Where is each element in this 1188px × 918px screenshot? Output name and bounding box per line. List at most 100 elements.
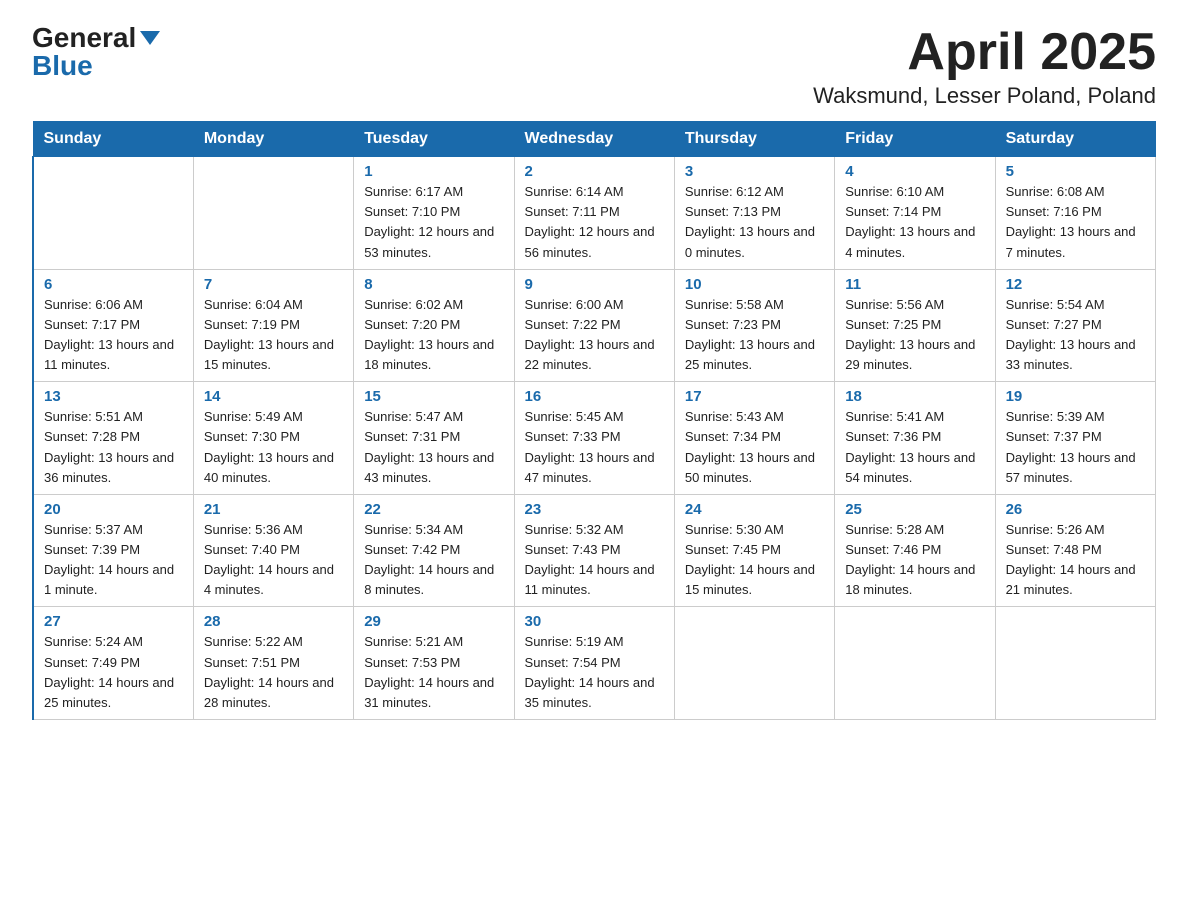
day-number: 17 xyxy=(685,388,824,405)
header-monday: Monday xyxy=(193,122,353,157)
day-number: 13 xyxy=(44,388,183,405)
day-number: 26 xyxy=(1006,501,1145,518)
day-cell: 16 Sunrise: 5:45 AMSunset: 7:33 PMDayligh… xyxy=(514,382,674,495)
day-info: Sunrise: 6:14 AMSunset: 7:11 PMDaylight:… xyxy=(525,182,664,263)
logo: General Blue xyxy=(32,24,160,80)
day-info: Sunrise: 5:28 AMSunset: 7:46 PMDaylight:… xyxy=(845,520,984,601)
day-number: 7 xyxy=(204,276,343,293)
day-cell: 8Sunrise: 6:02 AMSunset: 7:20 PMDaylight… xyxy=(354,269,514,382)
day-cell: 5 Sunrise: 6:08 AMSunset: 7:16 PMDaylight… xyxy=(995,157,1155,270)
calendar-subtitle: Waksmund, Lesser Poland, Poland xyxy=(813,83,1156,109)
header-wednesday: Wednesday xyxy=(514,122,674,157)
day-info: Sunrise: 5:39 AMSunset: 7:37 PMDaylight:… xyxy=(1006,407,1145,488)
day-cell xyxy=(674,607,834,720)
day-info: Sunrise: 5:51 AMSunset: 7:28 PMDaylight:… xyxy=(44,407,183,488)
day-cell xyxy=(193,157,353,270)
day-cell: 12Sunrise: 5:54 AMSunset: 7:27 PMDayligh… xyxy=(995,269,1155,382)
day-number: 5 xyxy=(1006,163,1145,180)
day-info: Sunrise: 6:02 AMSunset: 7:20 PMDaylight:… xyxy=(364,295,503,376)
day-cell xyxy=(33,157,193,270)
header-tuesday: Tuesday xyxy=(354,122,514,157)
day-info: Sunrise: 5:41 AMSunset: 7:36 PMDaylight:… xyxy=(845,407,984,488)
day-number: 11 xyxy=(845,276,984,293)
day-number: 16 xyxy=(525,388,664,405)
header-saturday: Saturday xyxy=(995,122,1155,157)
day-number: 30 xyxy=(525,613,664,630)
day-number: 6 xyxy=(44,276,183,293)
week-row-2: 6Sunrise: 6:06 AMSunset: 7:17 PMDaylight… xyxy=(33,269,1156,382)
day-cell: 20 Sunrise: 5:37 AMSunset: 7:39 PMDayligh… xyxy=(33,494,193,607)
day-cell xyxy=(995,607,1155,720)
logo-general: General xyxy=(32,24,160,52)
logo-general-text: General xyxy=(32,24,136,52)
day-info: Sunrise: 5:34 AMSunset: 7:42 PMDaylight:… xyxy=(364,520,503,601)
logo-arrow-icon xyxy=(140,31,160,45)
day-info: Sunrise: 5:19 AMSunset: 7:54 PMDaylight:… xyxy=(525,632,664,713)
day-cell: 4 Sunrise: 6:10 AMSunset: 7:14 PMDaylight… xyxy=(835,157,995,270)
day-number: 4 xyxy=(845,163,984,180)
week-row-1: 1Sunrise: 6:17 AMSunset: 7:10 PMDaylight… xyxy=(33,157,1156,270)
day-number: 29 xyxy=(364,613,503,630)
day-cell: 22Sunrise: 5:34 AMSunset: 7:42 PMDayligh… xyxy=(354,494,514,607)
day-cell: 29Sunrise: 5:21 AMSunset: 7:53 PMDayligh… xyxy=(354,607,514,720)
day-number: 14 xyxy=(204,388,343,405)
day-number: 24 xyxy=(685,501,824,518)
day-info: Sunrise: 6:10 AMSunset: 7:14 PMDaylight:… xyxy=(845,182,984,263)
day-cell: 19 Sunrise: 5:39 AMSunset: 7:37 PMDayligh… xyxy=(995,382,1155,495)
day-info: Sunrise: 5:47 AMSunset: 7:31 PMDaylight:… xyxy=(364,407,503,488)
day-cell: 2 Sunrise: 6:14 AMSunset: 7:11 PMDaylight… xyxy=(514,157,674,270)
day-number: 23 xyxy=(525,501,664,518)
day-cell: 24 Sunrise: 5:30 AMSunset: 7:45 PMDayligh… xyxy=(674,494,834,607)
day-cell: 6Sunrise: 6:06 AMSunset: 7:17 PMDaylight… xyxy=(33,269,193,382)
day-info: Sunrise: 5:45 AMSunset: 7:33 PMDaylight:… xyxy=(525,407,664,488)
day-cell: 17 Sunrise: 5:43 AMSunset: 7:34 PMDayligh… xyxy=(674,382,834,495)
header-thursday: Thursday xyxy=(674,122,834,157)
day-number: 15 xyxy=(364,388,503,405)
day-cell: 7 Sunrise: 6:04 AMSunset: 7:19 PMDaylight… xyxy=(193,269,353,382)
day-number: 10 xyxy=(685,276,824,293)
day-info: Sunrise: 5:43 AMSunset: 7:34 PMDaylight:… xyxy=(685,407,824,488)
day-number: 19 xyxy=(1006,388,1145,405)
day-number: 3 xyxy=(685,163,824,180)
day-cell: 11 Sunrise: 5:56 AMSunset: 7:25 PMDayligh… xyxy=(835,269,995,382)
day-info: Sunrise: 5:56 AMSunset: 7:25 PMDaylight:… xyxy=(845,295,984,376)
day-number: 9 xyxy=(525,276,664,293)
day-number: 20 xyxy=(44,501,183,518)
day-info: Sunrise: 6:00 AMSunset: 7:22 PMDaylight:… xyxy=(525,295,664,376)
day-cell: 10 Sunrise: 5:58 AMSunset: 7:23 PMDayligh… xyxy=(674,269,834,382)
day-number: 2 xyxy=(525,163,664,180)
day-info: Sunrise: 5:58 AMSunset: 7:23 PMDaylight:… xyxy=(685,295,824,376)
page-header: General Blue April 2025 Waksmund, Lesser… xyxy=(32,24,1156,109)
day-number: 18 xyxy=(845,388,984,405)
calendar-title: April 2025 xyxy=(813,24,1156,81)
calendar-header-row: SundayMondayTuesdayWednesdayThursdayFrid… xyxy=(33,122,1156,157)
day-info: Sunrise: 5:26 AMSunset: 7:48 PMDaylight:… xyxy=(1006,520,1145,601)
day-info: Sunrise: 5:36 AMSunset: 7:40 PMDaylight:… xyxy=(204,520,343,601)
day-cell: 21 Sunrise: 5:36 AMSunset: 7:40 PMDayligh… xyxy=(193,494,353,607)
day-info: Sunrise: 6:12 AMSunset: 7:13 PMDaylight:… xyxy=(685,182,824,263)
day-info: Sunrise: 5:30 AMSunset: 7:45 PMDaylight:… xyxy=(685,520,824,601)
day-info: Sunrise: 5:37 AMSunset: 7:39 PMDaylight:… xyxy=(44,520,183,601)
day-cell: 3 Sunrise: 6:12 AMSunset: 7:13 PMDaylight… xyxy=(674,157,834,270)
day-cell xyxy=(835,607,995,720)
day-number: 1 xyxy=(364,163,503,180)
day-cell: 25 Sunrise: 5:28 AMSunset: 7:46 PMDayligh… xyxy=(835,494,995,607)
day-cell: 1Sunrise: 6:17 AMSunset: 7:10 PMDaylight… xyxy=(354,157,514,270)
week-row-4: 20 Sunrise: 5:37 AMSunset: 7:39 PMDayligh… xyxy=(33,494,1156,607)
day-info: Sunrise: 6:08 AMSunset: 7:16 PMDaylight:… xyxy=(1006,182,1145,263)
day-cell: 23 Sunrise: 5:32 AMSunset: 7:43 PMDayligh… xyxy=(514,494,674,607)
day-info: Sunrise: 5:24 AMSunset: 7:49 PMDaylight:… xyxy=(44,632,183,713)
day-cell: 13 Sunrise: 5:51 AMSunset: 7:28 PMDayligh… xyxy=(33,382,193,495)
day-number: 25 xyxy=(845,501,984,518)
header-friday: Friday xyxy=(835,122,995,157)
day-cell: 30 Sunrise: 5:19 AMSunset: 7:54 PMDayligh… xyxy=(514,607,674,720)
day-info: Sunrise: 6:04 AMSunset: 7:19 PMDaylight:… xyxy=(204,295,343,376)
day-cell: 27 Sunrise: 5:24 AMSunset: 7:49 PMDayligh… xyxy=(33,607,193,720)
day-info: Sunrise: 5:32 AMSunset: 7:43 PMDaylight:… xyxy=(525,520,664,601)
day-cell: 14Sunrise: 5:49 AMSunset: 7:30 PMDayligh… xyxy=(193,382,353,495)
day-number: 21 xyxy=(204,501,343,518)
day-info: Sunrise: 5:54 AMSunset: 7:27 PMDaylight:… xyxy=(1006,295,1145,376)
title-block: April 2025 Waksmund, Lesser Poland, Pola… xyxy=(813,24,1156,109)
day-number: 28 xyxy=(204,613,343,630)
day-number: 27 xyxy=(44,613,183,630)
